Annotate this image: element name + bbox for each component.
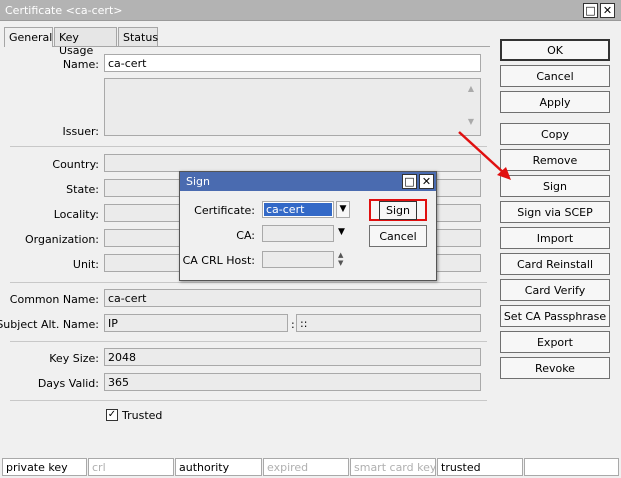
common-name-label: Common Name: bbox=[9, 293, 99, 306]
status-smart-card-key: smart card key bbox=[350, 458, 436, 476]
revoke-button[interactable]: Revoke bbox=[500, 357, 610, 379]
country-input[interactable] bbox=[104, 154, 481, 172]
sign-dialog-cancel-button[interactable]: Cancel bbox=[369, 225, 427, 247]
cancel-button[interactable]: Cancel bbox=[500, 65, 610, 87]
ca-label: CA: bbox=[236, 229, 255, 242]
trusted-label: Trusted bbox=[122, 409, 163, 422]
close-icon: ✕ bbox=[602, 4, 613, 17]
status-empty bbox=[524, 458, 619, 476]
tab-general[interactable]: General bbox=[4, 27, 53, 47]
country-label: Country: bbox=[52, 158, 99, 171]
ok-button[interactable]: OK bbox=[500, 39, 610, 61]
days-valid-label: Days Valid: bbox=[37, 377, 99, 390]
import-button[interactable]: Import bbox=[500, 227, 610, 249]
days-valid-input[interactable]: 365 bbox=[104, 373, 481, 391]
name-label: Name: bbox=[62, 58, 99, 71]
ca-select[interactable] bbox=[262, 225, 334, 242]
status-expired: expired bbox=[263, 458, 349, 476]
subject-alt-separator: : bbox=[291, 318, 295, 331]
ca-crl-host-input[interactable] bbox=[262, 251, 334, 268]
window-title: Certificate <ca-cert> bbox=[5, 4, 123, 17]
sign-dialog: Sign □ ✕ Certificate: ca-cert ▼ CA: ▼ CA… bbox=[179, 171, 437, 281]
sign-dialog-sign-button[interactable]: Sign bbox=[369, 199, 427, 221]
locality-label: Locality: bbox=[53, 208, 99, 221]
ca-dropdown-arrow-icon[interactable]: ▼ bbox=[338, 227, 345, 237]
scroll-up-icon[interactable]: ▲ bbox=[466, 85, 476, 93]
organization-label: Organization: bbox=[24, 233, 99, 246]
status-trusted: trusted bbox=[437, 458, 523, 476]
section-divider bbox=[10, 282, 487, 283]
export-button[interactable]: Export bbox=[500, 331, 610, 353]
ca-crl-host-label: CA CRL Host: bbox=[182, 254, 255, 267]
window-titlebar: Certificate <ca-cert> bbox=[0, 0, 621, 21]
status-private-key: private key bbox=[2, 458, 87, 476]
sign-dialog-sign-label: Sign bbox=[379, 200, 417, 220]
apply-button[interactable]: Apply bbox=[500, 91, 610, 113]
subject-alt-type-select[interactable]: IP bbox=[104, 314, 288, 332]
key-size-label: Key Size: bbox=[49, 352, 99, 365]
tab-key-usage[interactable]: Key Usage bbox=[54, 27, 117, 57]
issuer-textarea[interactable] bbox=[104, 78, 481, 136]
annotation-arrow-icon bbox=[458, 131, 511, 180]
sign-via-scep-button[interactable]: Sign via SCEP bbox=[500, 201, 610, 223]
scroll-down-icon[interactable]: ▼ bbox=[466, 118, 476, 126]
name-input[interactable]: ca-cert bbox=[104, 54, 481, 72]
sign-dialog-maximize-button[interactable]: □ bbox=[402, 174, 417, 189]
subject-alt-value-input[interactable]: :: bbox=[296, 314, 481, 332]
tab-divider bbox=[4, 46, 490, 47]
maximize-button[interactable]: □ bbox=[583, 3, 598, 18]
sign-dialog-title: Sign bbox=[186, 175, 210, 188]
section-divider bbox=[10, 146, 487, 147]
certificate-label: Certificate: bbox=[194, 204, 255, 217]
ca-crl-host-spinner-icon[interactable]: ▲ ▼ bbox=[338, 251, 343, 267]
certificate-selected-value: ca-cert bbox=[264, 203, 332, 216]
trusted-checkbox[interactable]: ✓ bbox=[106, 409, 118, 421]
tab-status[interactable]: Status bbox=[118, 27, 158, 46]
unit-label: Unit: bbox=[72, 258, 99, 271]
card-verify-button[interactable]: Card Verify bbox=[500, 279, 610, 301]
sign-dialog-titlebar: Sign bbox=[180, 172, 436, 191]
subject-alt-name-label: Subject Alt. Name: bbox=[0, 318, 99, 331]
state-label: State: bbox=[66, 183, 99, 196]
close-button[interactable]: ✕ bbox=[600, 3, 615, 18]
set-ca-passphrase-button[interactable]: Set CA Passphrase bbox=[500, 305, 610, 327]
common-name-input[interactable]: ca-cert bbox=[104, 289, 481, 307]
maximize-icon: □ bbox=[404, 175, 415, 188]
close-icon: ✕ bbox=[421, 175, 432, 188]
status-crl: crl bbox=[88, 458, 174, 476]
card-reinstall-button[interactable]: Card Reinstall bbox=[500, 253, 610, 275]
issuer-label: Issuer: bbox=[62, 125, 99, 138]
maximize-icon: □ bbox=[585, 4, 596, 17]
certificate-dropdown-arrow-icon[interactable]: ▼ bbox=[336, 201, 350, 218]
key-size-select[interactable]: 2048 bbox=[104, 348, 481, 366]
sign-dialog-close-button[interactable]: ✕ bbox=[419, 174, 434, 189]
status-authority: authority bbox=[175, 458, 262, 476]
certificate-select[interactable]: ca-cert bbox=[262, 201, 334, 218]
section-divider bbox=[10, 400, 487, 401]
section-divider bbox=[10, 341, 487, 342]
